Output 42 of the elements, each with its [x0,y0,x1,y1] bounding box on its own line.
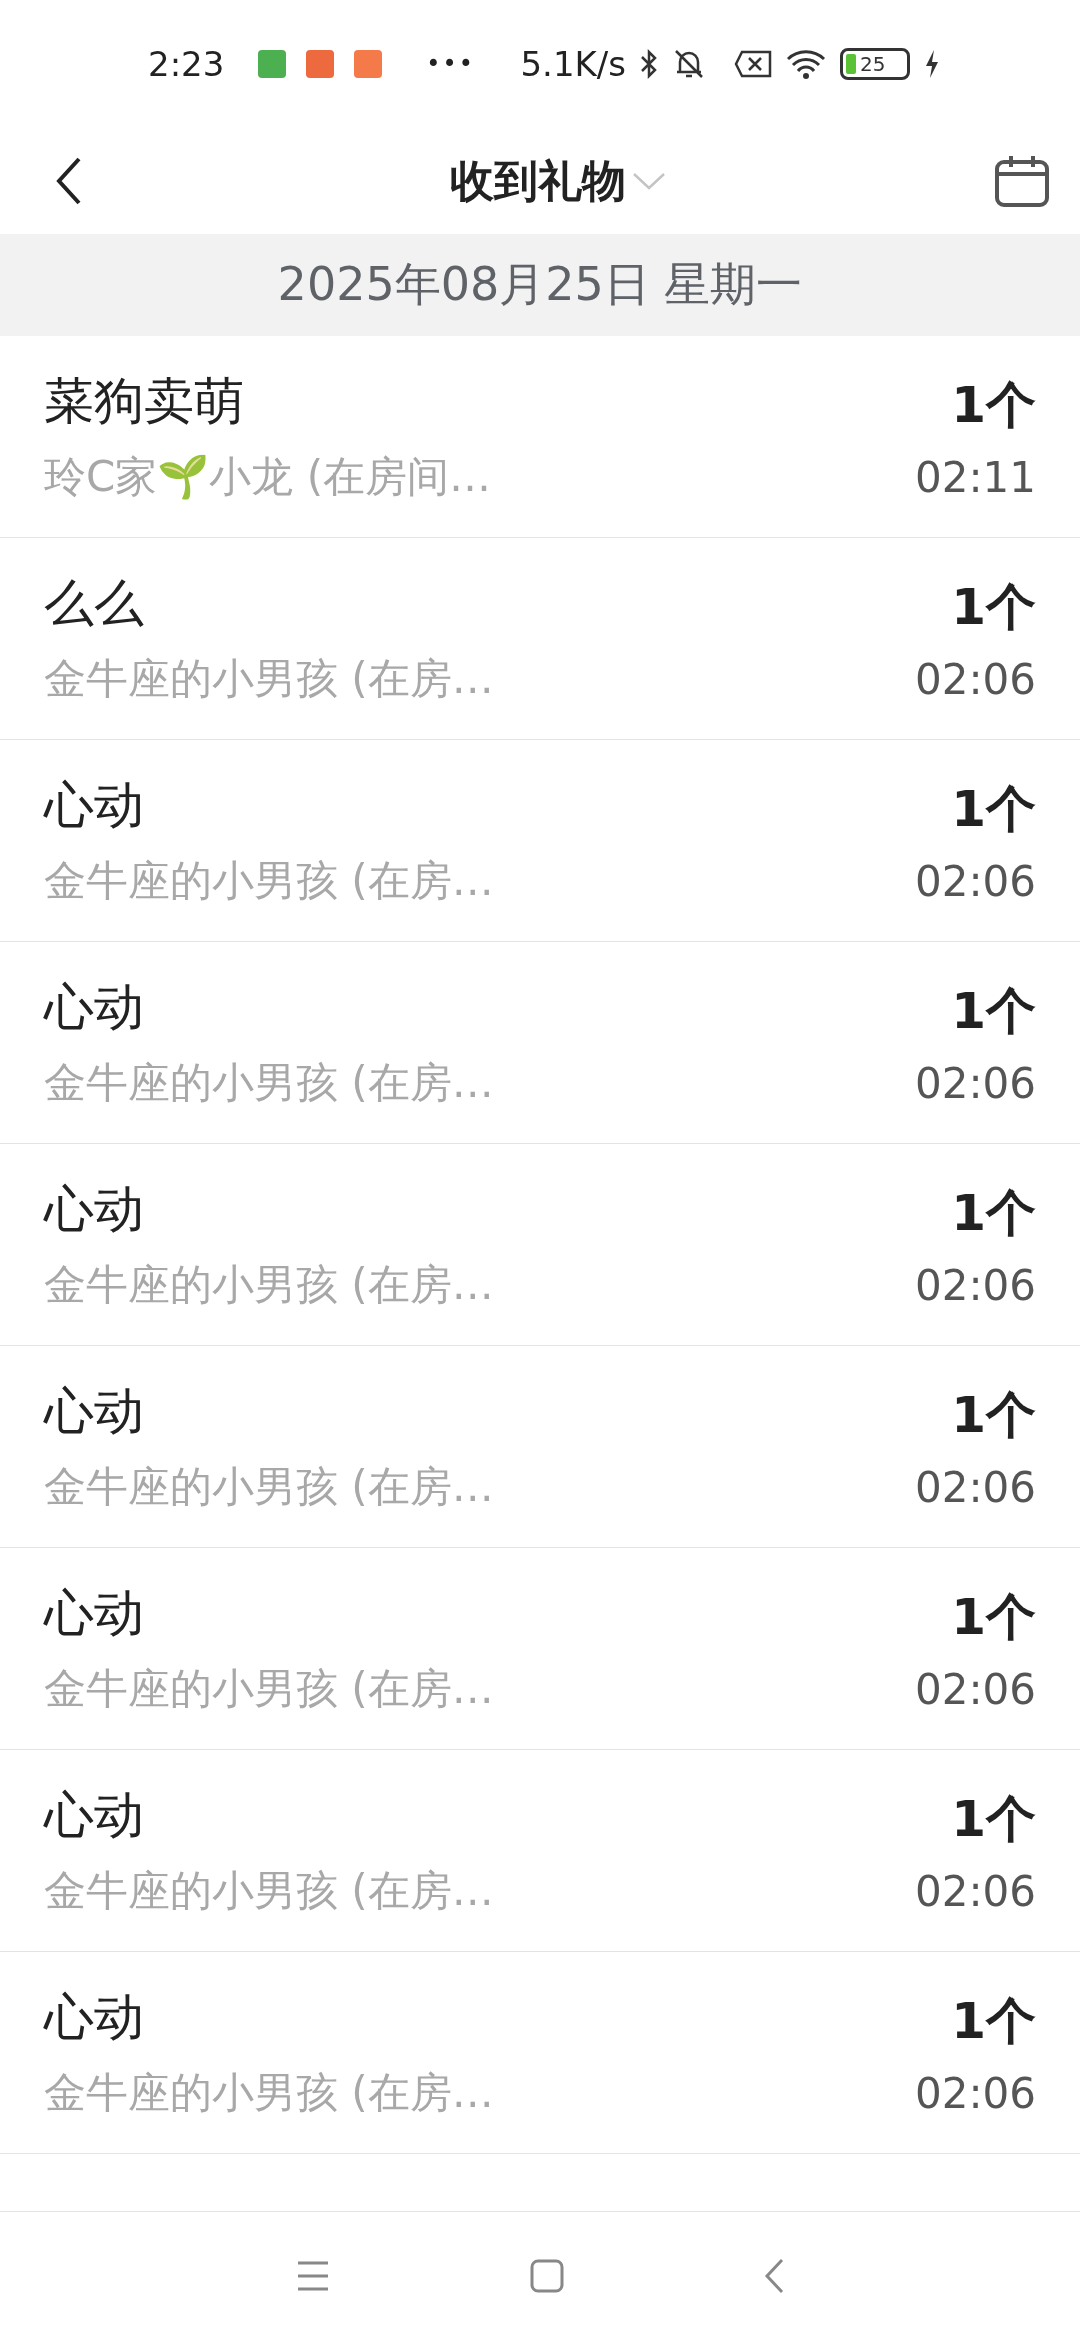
page-title[interactable]: 收到礼物 [450,151,626,211]
gift-name: 么么 [44,573,144,634]
gift-time: 02:06 [914,654,1036,704]
gift-count: 1个 [951,576,1036,638]
gift-time: 02:06 [914,2068,1036,2118]
gift-count: 1个 [951,1586,1036,1648]
gift-time: 02:06 [914,1260,1036,1310]
sender-name: 金牛座的小男孩 (在房… [44,1865,494,1917]
more-notifications-icon: ••• [426,50,475,78]
gift-name: 心动 [44,1785,144,1846]
gift-count: 1个 [951,374,1036,436]
status-time: 2:23 [148,44,225,84]
sender-name: 玲C家🌱小龙 (在房间… [44,451,492,503]
gift-name: 心动 [44,1583,144,1644]
gift-count: 1个 [951,778,1036,840]
date-label: 2025年08月25日 星期一 [277,256,803,313]
sender-name: 金牛座的小男孩 (在房… [44,2067,494,2119]
gift-time: 02:06 [914,1664,1036,1714]
sender-name: 金牛座的小男孩 (在房… [44,1057,494,1109]
gift-count: 1个 [951,1788,1036,1850]
gift-time: 02:06 [914,856,1036,906]
gift-time: 02:11 [914,452,1036,502]
gift-time: 02:06 [914,1058,1036,1108]
network-speed: 5.1K/s [520,44,626,84]
gift-count: 1个 [951,980,1036,1042]
gift-time: 02:06 [914,1462,1036,1512]
sender-name: 金牛座的小男孩 (在房… [44,855,494,907]
gift-count: 1个 [951,1990,1036,2052]
sender-name: 金牛座的小男孩 (在房… [44,653,494,705]
gift-name: 心动 [44,977,144,1038]
battery-icon: 25 [840,48,910,80]
gift-count: 1个 [951,1384,1036,1446]
sender-name: 金牛座的小男孩 (在房… [44,1259,494,1311]
sender-name: 金牛座的小男孩 (在房… [44,1663,494,1715]
gift-count: 1个 [951,1182,1036,1244]
gift-name: 菜狗卖萌 [44,371,244,432]
gift-name: 心动 [44,1987,144,2048]
sender-name: 金牛座的小男孩 (在房… [44,1461,494,1513]
gift-name: 心动 [44,775,144,836]
gift-time: 02:06 [914,1866,1036,1916]
gift-name: 心动 [44,1179,144,1240]
gift-name: 心动 [44,1381,144,1442]
